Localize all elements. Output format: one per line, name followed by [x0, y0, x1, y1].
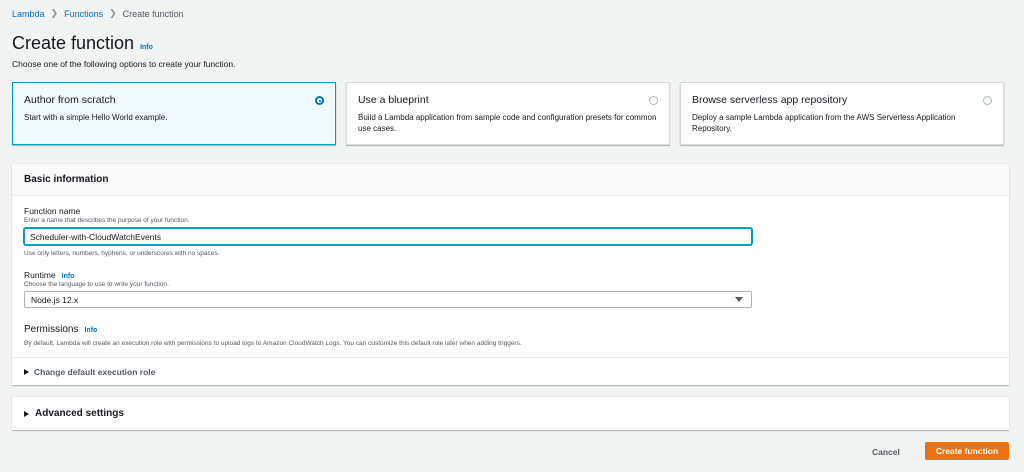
permissions-label: Permissions — [24, 324, 79, 335]
exec-role-label: Change default execution role — [34, 367, 156, 377]
function-name-label: Function name — [24, 206, 81, 216]
radio-button[interactable] — [649, 96, 658, 105]
breadcrumb-current: Create function — [122, 8, 184, 19]
page-subtitle: Choose one of the following options to c… — [12, 59, 236, 69]
chevron-right-icon: ❯ — [109, 8, 117, 18]
function-name-hint: Use only letters, numbers, hyphens, or u… — [24, 250, 220, 257]
option-browse-serverless-repo[interactable]: Browse serverless app repository Deploy … — [680, 82, 1004, 145]
function-name-description: Enter a name that describes the purpose … — [24, 217, 190, 224]
option-use-blueprint[interactable]: Use a blueprint Build a Lambda applicati… — [346, 82, 670, 145]
option-author-from-scratch[interactable]: Author from scratch Start with a simple … — [12, 82, 336, 145]
function-name-input[interactable] — [24, 228, 752, 245]
breadcrumb-lambda-link[interactable]: Lambda — [12, 9, 45, 19]
panel-header: Basic information — [12, 164, 1009, 196]
permissions-description: By default, Lambda will create an execut… — [24, 340, 522, 347]
radio-button[interactable] — [983, 96, 992, 105]
permissions-label-row: Permissions Info — [24, 324, 97, 335]
runtime-description: Choose the language to use to write your… — [24, 281, 169, 288]
option-description: Deploy a sample Lambda application from … — [692, 113, 956, 133]
page-title-row: Create function Info — [12, 33, 153, 54]
advanced-settings-label: Advanced settings — [35, 408, 124, 419]
change-execution-role-toggle[interactable]: Change default execution role — [12, 357, 1009, 386]
basic-information-panel: Basic information Function name Enter a … — [12, 163, 1009, 385]
caret-right-icon — [24, 410, 29, 417]
breadcrumb-functions-link[interactable]: Functions — [64, 9, 103, 19]
runtime-info-link[interactable]: Info — [62, 273, 75, 280]
caret-down-icon — [735, 297, 743, 302]
advanced-settings-toggle[interactable]: Advanced settings — [12, 396, 1009, 430]
option-title: Use a blueprint — [358, 94, 429, 106]
creation-options: Author from scratch Start with a simple … — [12, 82, 1004, 145]
breadcrumb: Lambda ❯ Functions ❯ Create function — [12, 8, 184, 19]
option-description: Build a Lambda application from sample c… — [358, 113, 657, 133]
cancel-button[interactable]: Cancel — [872, 445, 900, 459]
title-info-link[interactable]: Info — [140, 44, 153, 51]
permissions-info-link[interactable]: Info — [84, 327, 97, 334]
panel-title: Basic information — [24, 174, 109, 185]
radio-button-checked[interactable] — [315, 96, 324, 105]
option-description: Start with a simple Hello World example. — [24, 113, 168, 122]
runtime-label-row: Runtime Info — [24, 270, 74, 280]
runtime-label: Runtime — [24, 270, 56, 280]
runtime-select[interactable]: Node.js 12.x — [24, 291, 752, 308]
create-function-button[interactable]: Create function — [925, 442, 1009, 460]
caret-right-icon — [24, 369, 29, 375]
page-title: Create function — [12, 33, 135, 53]
runtime-selected-value: Node.js 12.x — [31, 295, 79, 305]
option-title: Browse serverless app repository — [692, 94, 848, 106]
chevron-right-icon: ❯ — [50, 8, 59, 18]
option-title: Author from scratch — [24, 94, 116, 106]
